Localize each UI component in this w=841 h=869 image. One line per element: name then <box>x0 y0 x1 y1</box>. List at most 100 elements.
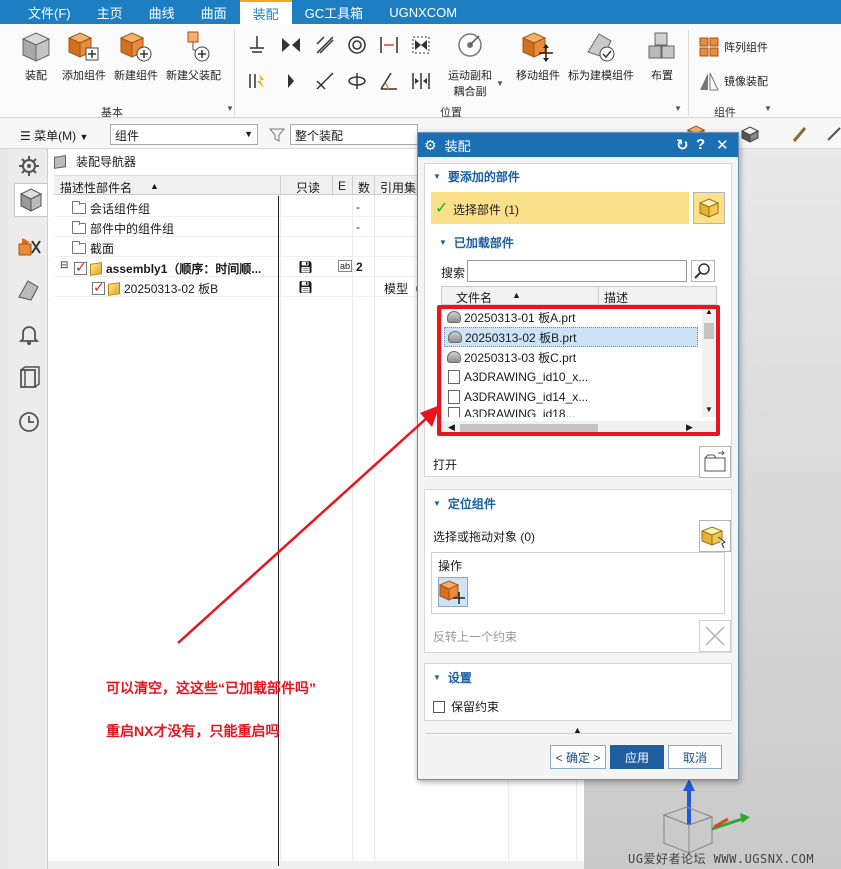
brush-icon[interactable] <box>790 124 810 144</box>
group-expand-basic-icon[interactable]: ▼ <box>226 104 234 113</box>
group-label-basic: 基本 <box>101 107 123 119</box>
col-readonly[interactable]: 只读 <box>296 179 320 196</box>
constraint-navigator-icon[interactable] <box>16 233 42 259</box>
help-icon[interactable]: ? <box>696 136 705 153</box>
orient-icon[interactable] <box>378 70 400 92</box>
part-navigator-icon[interactable] <box>16 277 42 303</box>
bond-icon[interactable] <box>280 70 302 92</box>
navigator-hscrollbar[interactable] <box>48 861 584 869</box>
select-part-row[interactable]: ✓ 选择部件 (1) <box>431 192 689 224</box>
group-expand-position-icon[interactable]: ▼ <box>674 104 682 113</box>
touch-align-icon[interactable] <box>246 34 268 56</box>
parallel-icon[interactable] <box>378 34 400 56</box>
type-filter-combo[interactable]: 组件 ▼ <box>110 124 258 145</box>
menu-file[interactable]: 文件(F) <box>0 0 84 24</box>
close-icon[interactable]: ✕ <box>716 136 729 154</box>
filter-icon[interactable] <box>268 126 286 144</box>
menu-button[interactable]: ☰ 菜单(M) ▼ <box>20 127 88 144</box>
component-icon <box>108 282 120 296</box>
assembly-navigator-tab[interactable] <box>14 183 48 217</box>
col-separator <box>332 176 333 196</box>
navigator-title: 装配导航器 <box>54 153 136 170</box>
col-file-name[interactable]: 文件名 <box>456 289 492 306</box>
new-parent-assembly-button[interactable]: 新建父装配 <box>166 30 221 83</box>
section-header-parts-to-add[interactable]: ▼ 要添加的部件 <box>433 168 520 185</box>
move-component-button[interactable]: 移动组件 <box>516 30 560 83</box>
add-component-button[interactable]: 添加组件 <box>62 30 106 83</box>
reverse-constraint-button[interactable] <box>699 620 731 652</box>
select-object-button[interactable] <box>699 520 731 552</box>
col-description[interactable]: 描述 <box>604 289 628 306</box>
readonly-save-icon: 💾︎ <box>298 260 314 274</box>
new-component-button[interactable]: 新建组件 <box>114 30 158 83</box>
measure-icon[interactable] <box>826 124 841 144</box>
motion-joint-button[interactable]: 运动副和 耦合副 <box>448 30 492 99</box>
history-clock-icon[interactable] <box>16 409 42 435</box>
sort-up-icon: ▲ <box>150 181 159 191</box>
sort-up-icon: ▲ <box>512 290 521 300</box>
align-lock-icon[interactable] <box>410 70 432 92</box>
menu-assembly[interactable]: 装配 <box>239 0 292 24</box>
notification-bell-icon[interactable] <box>16 321 42 347</box>
group-separator <box>688 30 689 116</box>
cancel-button[interactable]: 取消 <box>668 745 722 769</box>
annotation-arrow-icon <box>177 405 440 644</box>
mirror-assembly-button[interactable]: 镜像装配 <box>698 70 768 92</box>
menu-gc-toolbox[interactable]: GC工具箱 <box>292 0 377 24</box>
open-file-button[interactable] <box>699 446 731 478</box>
distance-icon[interactable] <box>314 34 336 56</box>
center-icon[interactable] <box>410 34 432 56</box>
perpendicular-icon[interactable] <box>346 70 368 92</box>
collapse-triangle-icon: ▼ <box>433 673 441 682</box>
fix-icon[interactable] <box>346 34 368 56</box>
move-component-icon <box>522 32 553 62</box>
select-part-button[interactable] <box>693 192 725 224</box>
col-count[interactable]: 数 <box>358 179 370 196</box>
visibility-checkbox[interactable] <box>92 279 105 296</box>
keep-constraints-row[interactable]: 保留约束 <box>433 698 499 715</box>
select-part-hand-icon <box>700 526 726 549</box>
annotation-question-2: 重启NX才没有，只能重启吗 <box>106 723 280 739</box>
col-e[interactable]: E <box>338 179 346 193</box>
section-header-settings[interactable]: ▼ 设置 <box>433 669 472 686</box>
reset-icon[interactable]: ↻ <box>676 136 689 154</box>
cube-icon <box>54 154 66 169</box>
settings-gear-icon[interactable] <box>16 153 42 179</box>
motion-joint-icon <box>458 33 482 57</box>
modeling-component-icon <box>587 33 615 62</box>
collapse-icon[interactable]: ⊟ <box>60 260 68 271</box>
col-refset[interactable]: 引用集 <box>380 179 416 196</box>
section-header-loaded-parts[interactable]: ▼ 已加载部件 <box>439 234 514 251</box>
folder-icon <box>72 241 86 254</box>
dialog-titlebar[interactable]: ⚙ 装配 ↻ ? ✕ <box>418 133 738 157</box>
pattern-component-button[interactable]: 阵列组件 <box>698 36 768 58</box>
motion-dropdown-icon[interactable]: ▼ <box>496 79 504 88</box>
group-expand-component-icon[interactable]: ▼ <box>764 104 772 113</box>
angle-icon[interactable] <box>314 70 336 92</box>
search-input[interactable] <box>467 260 687 282</box>
reuse-library-icon[interactable] <box>16 365 42 391</box>
menu-surface[interactable]: 曲面 <box>188 0 240 24</box>
apply-button[interactable]: 应用 <box>610 745 664 769</box>
selection-scope-combo[interactable]: 整个装配 <box>290 124 418 145</box>
search-icon <box>694 263 710 279</box>
assembly-button[interactable]: 装配 <box>20 30 52 83</box>
render-style-icon[interactable] <box>740 124 760 144</box>
concentric-icon[interactable] <box>280 34 302 56</box>
gear-constraint-icon[interactable] <box>246 70 268 92</box>
arrange-button[interactable]: 布置 <box>646 30 678 83</box>
ok-button[interactable]: < 确定 > <box>550 745 606 769</box>
mark-as-modeling-component-button[interactable]: 标为建模组件 <box>568 30 634 83</box>
gear-icon: ⚙ <box>424 136 437 153</box>
menu-ugnxcom[interactable]: UGNXCOM <box>376 0 470 24</box>
collapse-triangle-icon: ▼ <box>439 238 447 247</box>
keep-constraints-checkbox[interactable] <box>433 700 445 713</box>
operation-group: 操作 <box>431 552 725 614</box>
annotation-question-1: 可以清空，这这些“已加载部件吗” <box>106 680 316 696</box>
menu-home[interactable]: 主页 <box>84 0 136 24</box>
visibility-checkbox[interactable] <box>74 259 87 276</box>
col-part-name[interactable]: 描述性部件名 <box>60 179 132 196</box>
menu-curve[interactable]: 曲线 <box>136 0 188 24</box>
add-component-icon <box>68 32 99 61</box>
search-button[interactable] <box>691 260 715 282</box>
